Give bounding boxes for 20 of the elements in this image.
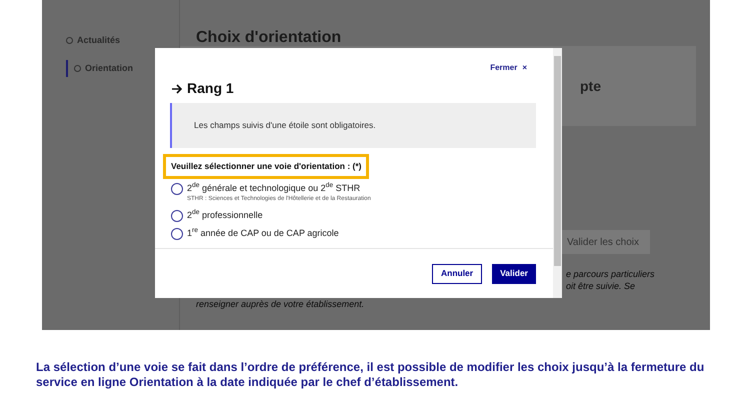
question-label: Veuillez sélectionner une voie d'orientation : (*) [163,154,370,179]
option-label: 2$^{de}$ générale et technologique ou 2$^{de}$ STHR [187,181,362,195]
rank-heading: Rang 1 [187,79,234,98]
arrow-right-icon [171,84,183,94]
page-title: Choix d'orientation [195,28,342,46]
radio-button[interactable] [171,182,183,195]
close-button[interactable]: Fermer × [490,60,527,76]
radio-button[interactable] [171,210,183,222]
option-label: 2$^{de}$ professionnelle [187,208,263,222]
cancel-button[interactable]: Annuler [432,264,482,284]
caption-text: La sélection d’une voie se fait dans l’ordre de préférence, il est possible de modifier les choix jusqu’à la fermeture du service en ligne Orientation à la date indiquée par le chef d’établissement. [36,360,706,390]
note-text: oit être suivie. Se [566,280,636,292]
panel-text: pte [580,76,601,96]
scrollbar[interactable] [553,48,562,298]
notice-text: Les champs suivis d'une étoile sont obligatoires. [194,119,376,132]
note-text: e parcours particuliers [566,268,655,280]
radio-button[interactable] [171,228,183,240]
option-label: 1$^{re}$ année de CAP ou de CAP agricole [187,226,339,240]
validate-button[interactable]: Valider [492,264,536,284]
note-text: renseigner auprès de votre établissement. [195,298,366,310]
